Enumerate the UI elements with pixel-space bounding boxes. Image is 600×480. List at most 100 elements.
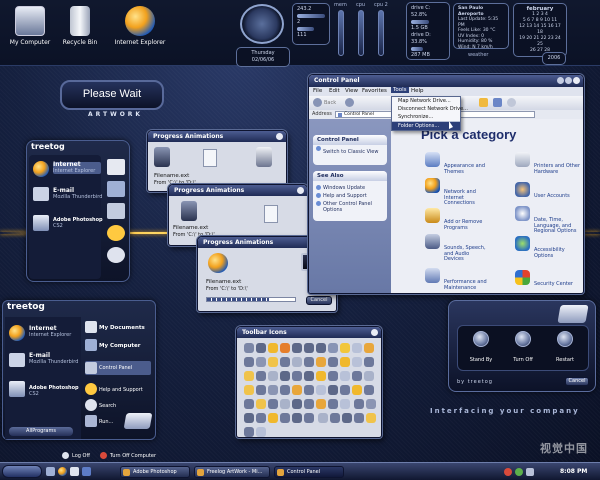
tool-icon[interactable] [365,413,376,423]
menu-file[interactable]: File [313,88,322,94]
close-icon[interactable] [573,77,580,84]
restart-icon[interactable] [557,331,573,347]
section-header[interactable]: Control Panel [313,135,387,145]
tool-icon[interactable] [244,427,254,437]
key-icon[interactable] [256,371,266,381]
tool-icon[interactable] [280,399,290,409]
tool-icon[interactable] [268,371,278,381]
menu-edit[interactable]: Edit [329,88,340,94]
tool-icon[interactable] [256,385,266,395]
tool-icon[interactable] [316,399,326,409]
tool-icon[interactable] [280,357,290,367]
turn-off-icon[interactable] [515,331,531,347]
mem-slider[interactable] [338,10,344,56]
tool-icon[interactable] [244,399,254,409]
shutdown-cancel-button[interactable]: Cancel [565,377,589,386]
category-network[interactable]: Network and Internet Connections [425,178,476,207]
gem-icon[interactable] [256,343,266,353]
email-icon[interactable] [70,467,79,476]
menu-item-photoshop[interactable]: Adobe Photoshop CS2 [29,385,79,397]
category-sounds[interactable]: Sounds, Speech, and Audio Devices [425,234,486,263]
history-icon[interactable] [352,343,362,353]
category-add-remove[interactable]: Add or Remove Programs [425,208,482,231]
tool-icon[interactable] [364,371,374,381]
tool-icon[interactable] [280,371,290,381]
tool-icon[interactable] [292,399,302,409]
tool-icon[interactable] [317,413,328,423]
turn-off-label[interactable]: Turn Off [503,357,543,363]
menu-map-network-drive[interactable]: Map Network Drive... [392,97,460,105]
tool-icon[interactable] [244,357,254,367]
tray-icon[interactable] [526,468,534,476]
arrow-icon[interactable] [316,343,326,353]
close-icon[interactable] [371,329,378,336]
gem-icon[interactable] [244,343,254,353]
tool-icon[interactable] [292,357,302,367]
tool-icon[interactable] [244,413,254,423]
category-user-accounts[interactable]: User Accounts [515,182,570,200]
photoshop-icon[interactable] [82,467,91,476]
forward-arrow-icon[interactable] [345,98,354,107]
cpu-slider[interactable] [358,10,364,56]
arrow-icon[interactable] [292,343,302,353]
menu-item-internet[interactable]: Internet Internet Explorer [53,162,101,174]
section-header[interactable]: See Also [313,171,387,181]
tool-icon[interactable] [328,385,338,395]
tool-icon[interactable] [364,357,374,367]
other-options-link[interactable]: Other Control Panel Options [313,200,383,214]
tool-icon[interactable] [268,413,278,423]
stand-by-icon[interactable] [473,331,489,347]
tool-icon[interactable] [352,385,362,395]
tool-icon[interactable] [256,427,266,437]
tool-icon[interactable] [256,399,266,409]
tool-icon[interactable] [292,413,302,423]
menu-disconnect-network-drive[interactable]: Disconnect Network Drive... [392,105,468,113]
search-icon[interactable] [107,247,125,263]
menu-control-panel[interactable]: Control Panel [85,361,151,375]
tool-icon[interactable] [280,385,290,395]
tool-icon[interactable] [268,357,278,367]
title-bar[interactable]: Progress Animations [169,185,307,196]
menu-item-email[interactable]: E-mail Mozilla Thunderbird [29,353,78,366]
tool-icon[interactable] [316,371,326,381]
menu-run[interactable]: Run... [99,419,113,425]
help-support-link[interactable]: Help and Support [313,192,387,200]
category-security-center[interactable]: Security Center [515,270,573,288]
windows-update-link[interactable]: Windows Update [313,184,387,192]
tool-icon[interactable] [316,357,326,367]
tool-icon[interactable] [256,357,266,367]
computer-icon[interactable] [107,181,125,197]
category-performance[interactable]: Performance and Maintenance [425,268,487,291]
tool-icon[interactable] [340,357,350,367]
cancel-button[interactable]: Cancel [306,296,332,305]
tool-icon[interactable] [304,385,314,395]
tool-icon[interactable] [328,371,338,381]
views-icon[interactable] [493,98,502,107]
category-appearance[interactable]: Appearance and Themes [425,152,485,175]
menu-search[interactable]: Search [99,403,116,409]
logoff-button[interactable]: Log Off [62,452,102,460]
desktop-icon-internet-explorer[interactable]: Internet Explorer [105,6,175,46]
stand-by-label[interactable]: Stand By [461,357,501,363]
tray-icon[interactable] [504,468,512,476]
title-bar[interactable]: Progress Animations [148,131,286,142]
title-bar[interactable]: Toolbar Icons [237,327,381,338]
menu-help[interactable]: Help [411,88,424,94]
title-bar[interactable]: Control Panel [309,75,583,87]
search-icon[interactable] [244,371,254,381]
taskbar-button-photoshop[interactable]: Adobe Photoshop [120,466,190,478]
menu-help-support[interactable]: Help and Support [99,387,143,393]
tool-icon[interactable] [280,413,290,423]
menu-item-photoshop[interactable]: Adobe Photoshop CS2 [53,217,103,229]
shield-icon[interactable] [280,343,290,353]
tool-icon[interactable] [364,385,374,395]
tool-icon[interactable] [304,371,314,381]
restart-label[interactable]: Restart [545,357,585,363]
turn-off-button[interactable]: Turn Off Computer [100,452,160,460]
clock-text[interactable]: 8:08 PM [560,468,587,475]
favorites-icon[interactable] [268,343,278,353]
show-desktop-icon[interactable] [46,467,55,476]
tool-icon[interactable] [328,357,338,367]
tool-icon[interactable] [244,385,254,395]
tool-icon[interactable] [292,385,302,395]
